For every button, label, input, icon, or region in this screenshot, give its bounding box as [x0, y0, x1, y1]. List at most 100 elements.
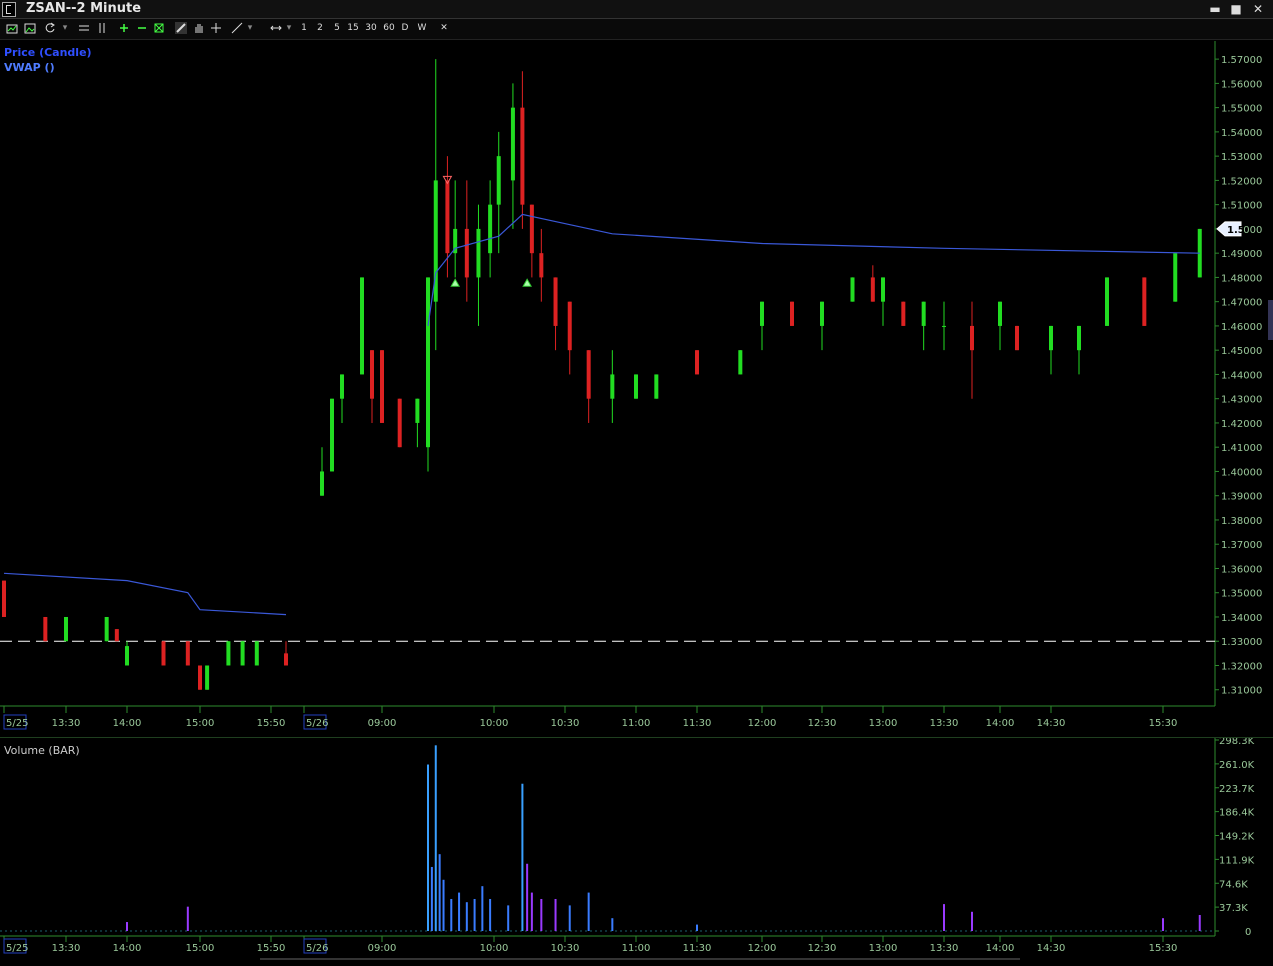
- refresh-icon[interactable]: [44, 22, 56, 34]
- volume-y-tick-label: 149.2K: [1219, 832, 1255, 843]
- image-icon[interactable]: [24, 22, 36, 34]
- candle-body: [901, 301, 906, 326]
- volume-bar: [568, 905, 571, 931]
- volume-y-tick-label: 0: [1245, 927, 1251, 938]
- volume-bar: [442, 879, 445, 931]
- volume-x-tick-label: 14:30: [1037, 943, 1066, 954]
- volume-bar: [526, 863, 529, 931]
- price-y-tick-label: 1.45000: [1221, 346, 1262, 357]
- interval-button-15[interactable]: 15: [346, 21, 360, 36]
- horizontal-scrollbar[interactable]: [260, 958, 1020, 960]
- candle-body: [340, 374, 344, 399]
- candle-body: [790, 301, 794, 326]
- trendline-dropdown-icon[interactable]: ▾: [245, 21, 255, 36]
- price-x-tick-label: 5/26: [306, 718, 328, 729]
- close-chart-button[interactable]: ✕: [438, 21, 450, 36]
- volume-chart[interactable]: 298.3K 261.0K 223.7K 186.4K 149.2K 111.9K 74.6…: [0, 736, 1273, 962]
- zoom-in-icon[interactable]: [118, 22, 130, 34]
- price-y-tick-label: 1.43000: [1221, 395, 1262, 406]
- price-y-tick-label: 1.55000: [1221, 104, 1262, 115]
- candle-body: [1049, 325, 1053, 351]
- candle-body: [226, 641, 231, 666]
- volume-bar: [530, 892, 533, 931]
- volume-bar: [971, 911, 973, 931]
- price-y-tick-label: 1.37000: [1221, 540, 1262, 551]
- edge-handle[interactable]: [1268, 300, 1273, 340]
- candle-body: [125, 646, 129, 666]
- volume-x-tick-label: 10:30: [551, 943, 580, 954]
- interval-button-w[interactable]: W: [416, 21, 428, 36]
- price-chart[interactable]: 1.57000 1.56000 1.55000 1.54000 1.53000 1.520…: [0, 41, 1273, 736]
- candle-body: [464, 228, 469, 278]
- price-y-tick-label: 1.36000: [1221, 564, 1262, 575]
- fit-icon[interactable]: [153, 22, 165, 34]
- interval-button-30[interactable]: 30: [363, 21, 379, 36]
- candle-body: [198, 665, 202, 690]
- volume-pane[interactable]: 298.3K 261.0K 223.7K 186.4K 149.2K 111.9K 74.6…: [0, 736, 1273, 962]
- candle-body: [254, 641, 259, 666]
- price-x-tick-label: 10:30: [551, 718, 580, 729]
- close-icon[interactable]: ✕: [1250, 2, 1266, 16]
- lines-icon[interactable]: [78, 22, 90, 34]
- volume-bar: [481, 886, 484, 931]
- volume-x-tick-label: 11:30: [683, 943, 712, 954]
- candle-body: [380, 350, 384, 423]
- candle-body: [445, 180, 450, 254]
- zoom-out-icon[interactable]: [136, 22, 148, 34]
- crosshair-icon[interactable]: [210, 22, 222, 34]
- price-x-tick-label: 14:30: [1037, 718, 1066, 729]
- price-x-tick-label: 13:30: [52, 718, 81, 729]
- candle-body: [488, 204, 493, 254]
- price-y-tick-label: 1.31000: [1221, 686, 1262, 697]
- vwap-line: [427, 213, 1200, 326]
- price-y-tick-label: 1.44000: [1221, 370, 1262, 381]
- volume-x-tick-label: 14:00: [113, 943, 142, 954]
- maximize-icon[interactable]: ■: [1228, 2, 1244, 16]
- candle-body: [360, 277, 364, 375]
- price-y-tick-label: 1.46000: [1221, 322, 1262, 333]
- volume-x-tick-label: 11:00: [622, 943, 651, 954]
- price-x-tick-label: 14:00: [113, 718, 142, 729]
- candle-body: [104, 616, 109, 642]
- volume-bar: [473, 898, 476, 931]
- candle-body: [64, 616, 68, 642]
- candle-body: [567, 301, 572, 351]
- interval-button-60[interactable]: 60: [381, 21, 397, 36]
- price-y-tick-label: 1.51000: [1221, 201, 1262, 212]
- interval-button-d[interactable]: D: [399, 21, 411, 36]
- candle-body: [205, 665, 210, 690]
- range-dropdown-icon[interactable]: ▾: [284, 21, 294, 36]
- price-x-tick-label: 12:00: [748, 718, 777, 729]
- volume-bar: [427, 764, 429, 931]
- volume-x-tick-label: 12:00: [748, 943, 777, 954]
- refresh-dropdown-icon[interactable]: ▾: [60, 21, 70, 36]
- pan-icon[interactable]: [193, 22, 205, 34]
- window-title: ZSAN--2 Minute: [26, 1, 142, 16]
- price-x-tick-label: 14:00: [986, 718, 1015, 729]
- minimize-icon[interactable]: ▬: [1207, 2, 1223, 16]
- interval-button-1[interactable]: 1: [298, 21, 310, 36]
- volume-x-tick-label: 13:00: [869, 943, 898, 954]
- trendline-icon[interactable]: [231, 22, 243, 34]
- interval-button-2[interactable]: 2: [314, 21, 326, 36]
- volume-y-tick-label: 74.6K: [1219, 879, 1248, 890]
- volume-x-tick-label: 13:30: [52, 943, 81, 954]
- volume-bar: [943, 904, 945, 931]
- price-y-tick-label: 1.35000: [1221, 589, 1262, 600]
- price-y-tick-label: 1.40000: [1221, 467, 1262, 478]
- price-y-tick-label: 1.53000: [1221, 152, 1262, 163]
- draw-icon[interactable]: [175, 22, 187, 34]
- price-pane[interactable]: 1.57000 1.56000 1.55000 1.54000 1.53000 1.520…: [0, 41, 1273, 736]
- price-x-tick-label: 10:00: [480, 718, 509, 729]
- interval-button-5[interactable]: 5: [331, 21, 343, 36]
- chart-icon[interactable]: [6, 22, 18, 34]
- candle-body: [240, 641, 245, 666]
- candle-body: [510, 107, 515, 181]
- range-icon[interactable]: [270, 22, 282, 34]
- bars-icon[interactable]: [96, 22, 108, 34]
- candle-body: [284, 653, 288, 666]
- volume-bar: [430, 866, 433, 931]
- price-y-tick-label: 1.42000: [1221, 419, 1262, 430]
- candle-body: [320, 471, 324, 496]
- volume-x-tick-label: 09:00: [368, 943, 397, 954]
